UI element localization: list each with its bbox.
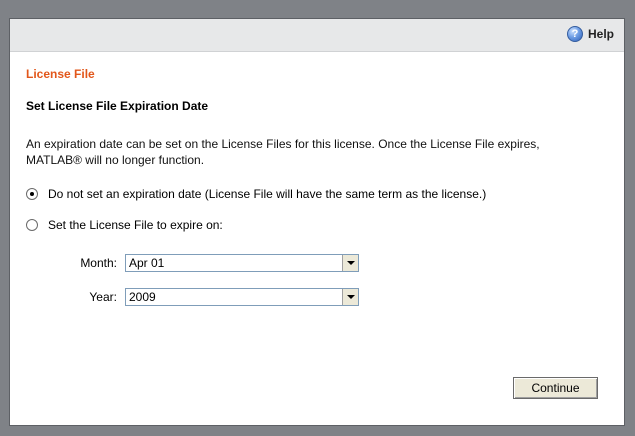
no-expiration-radio[interactable] [26,188,38,200]
no-expiration-label: Do not set an expiration date (License F… [48,187,487,201]
description-text: An expiration date can be set on the Lic… [26,137,540,167]
year-select[interactable]: 2009 [125,288,359,306]
year-value: 2009 [129,290,156,304]
help-link[interactable]: ? Help [566,26,614,42]
option-set-expiration[interactable]: Set the License File to expire on: [26,218,223,232]
section-title: License File [26,67,95,81]
month-row: Month: Apr 01 [61,254,359,272]
year-label: Year: [89,290,117,304]
page-subtitle: Set License File Expiration Date [26,99,209,113]
chevron-down-icon[interactable] [342,289,358,305]
set-expiration-radio[interactable] [26,219,38,231]
set-expiration-label: Set the License File to expire on: [48,218,223,232]
continue-button[interactable]: Continue [513,377,598,399]
chevron-down-icon[interactable] [342,255,358,271]
option-no-expiration[interactable]: Do not set an expiration date (License F… [26,187,486,201]
help-icon: ? [566,26,583,42]
year-row: Year: 2009 [61,288,359,306]
month-select[interactable]: Apr 01 [125,254,359,272]
help-label: Help [587,27,614,41]
license-dialog: ? Help License File Set License File Exp… [9,18,625,426]
top-bar: ? Help [10,19,624,52]
month-value: Apr 01 [129,256,165,270]
month-label: Month: [80,256,117,270]
